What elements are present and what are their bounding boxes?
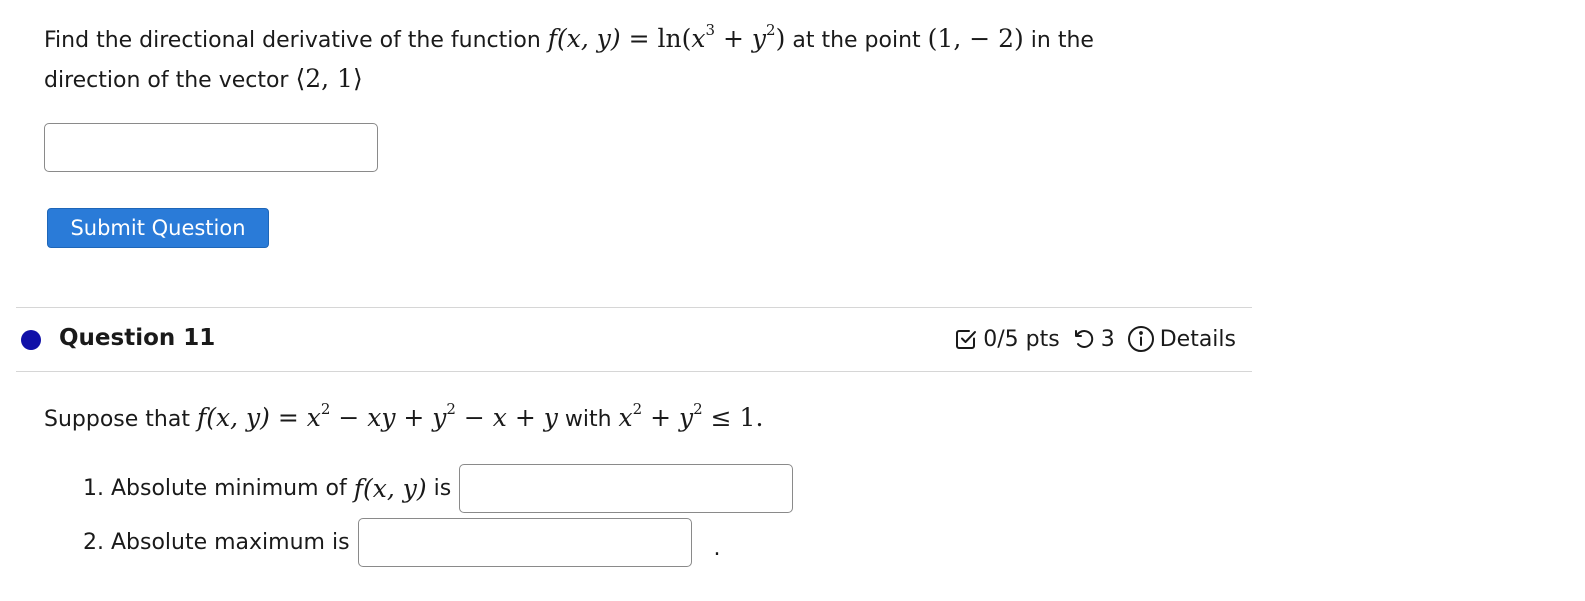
question-statement: Suppose that f(x, y) = x2 − xy + y2 − x …: [44, 398, 763, 440]
part-2-label: 2. Absolute maximum is: [83, 530, 350, 555]
part-1-label: 1. Absolute minimum of: [83, 476, 347, 501]
absolute-minimum-input[interactable]: [459, 464, 794, 513]
question-meta: 0/5 pts 3 Details: [954, 325, 1236, 353]
question-header: Question 11 0/5 pts 3 Details: [16, 308, 1252, 371]
constraint: x2 + y2 ≤ 1.: [618, 399, 764, 432]
part-1-is: is: [433, 476, 452, 501]
submit-question-button[interactable]: Submit Question: [47, 208, 269, 248]
undo-icon: [1072, 327, 1096, 351]
absolute-maximum-input[interactable]: [357, 518, 692, 567]
prompt-text: Find the directional derivative of the f…: [44, 28, 541, 53]
part-1-function: f(x, y): [353, 474, 427, 503]
previous-question-prompt: Find the directional derivative of the f…: [44, 20, 1224, 100]
points-score: 0/5 pts: [983, 326, 1060, 352]
directional-derivative-answer-input[interactable]: [44, 123, 378, 172]
trailing-period: .: [713, 536, 721, 561]
divider: [16, 371, 1252, 372]
part-1-row: 1. Absolute minimum of f(x, y) is: [83, 464, 794, 513]
intro-text: Suppose that: [44, 407, 190, 432]
info-circle-icon: [1127, 325, 1155, 353]
checkbox-check-icon: [954, 327, 978, 351]
part-2-row: 2. Absolute maximum is .: [83, 518, 721, 567]
function-definition: f(x, y) = x2 − xy + y2 − x + y: [196, 399, 558, 432]
function-definition: f(x, y) = ln(x3 + y2): [547, 20, 786, 53]
prompt-text: in the: [1030, 28, 1094, 53]
attempts-remaining: 3: [1100, 326, 1115, 352]
prompt-text: direction of the vector: [44, 68, 289, 93]
prompt-text: at the point: [792, 28, 921, 53]
direction-vector: ⟨2, 1⟩: [295, 64, 363, 93]
with-text: with: [564, 407, 612, 432]
point-coordinates: (1, − 2): [927, 24, 1024, 53]
question-title: Question 11: [59, 325, 216, 351]
details-label: Details: [1159, 326, 1236, 352]
question-status-dot: [21, 330, 41, 350]
details-link[interactable]: Details: [1127, 325, 1236, 353]
